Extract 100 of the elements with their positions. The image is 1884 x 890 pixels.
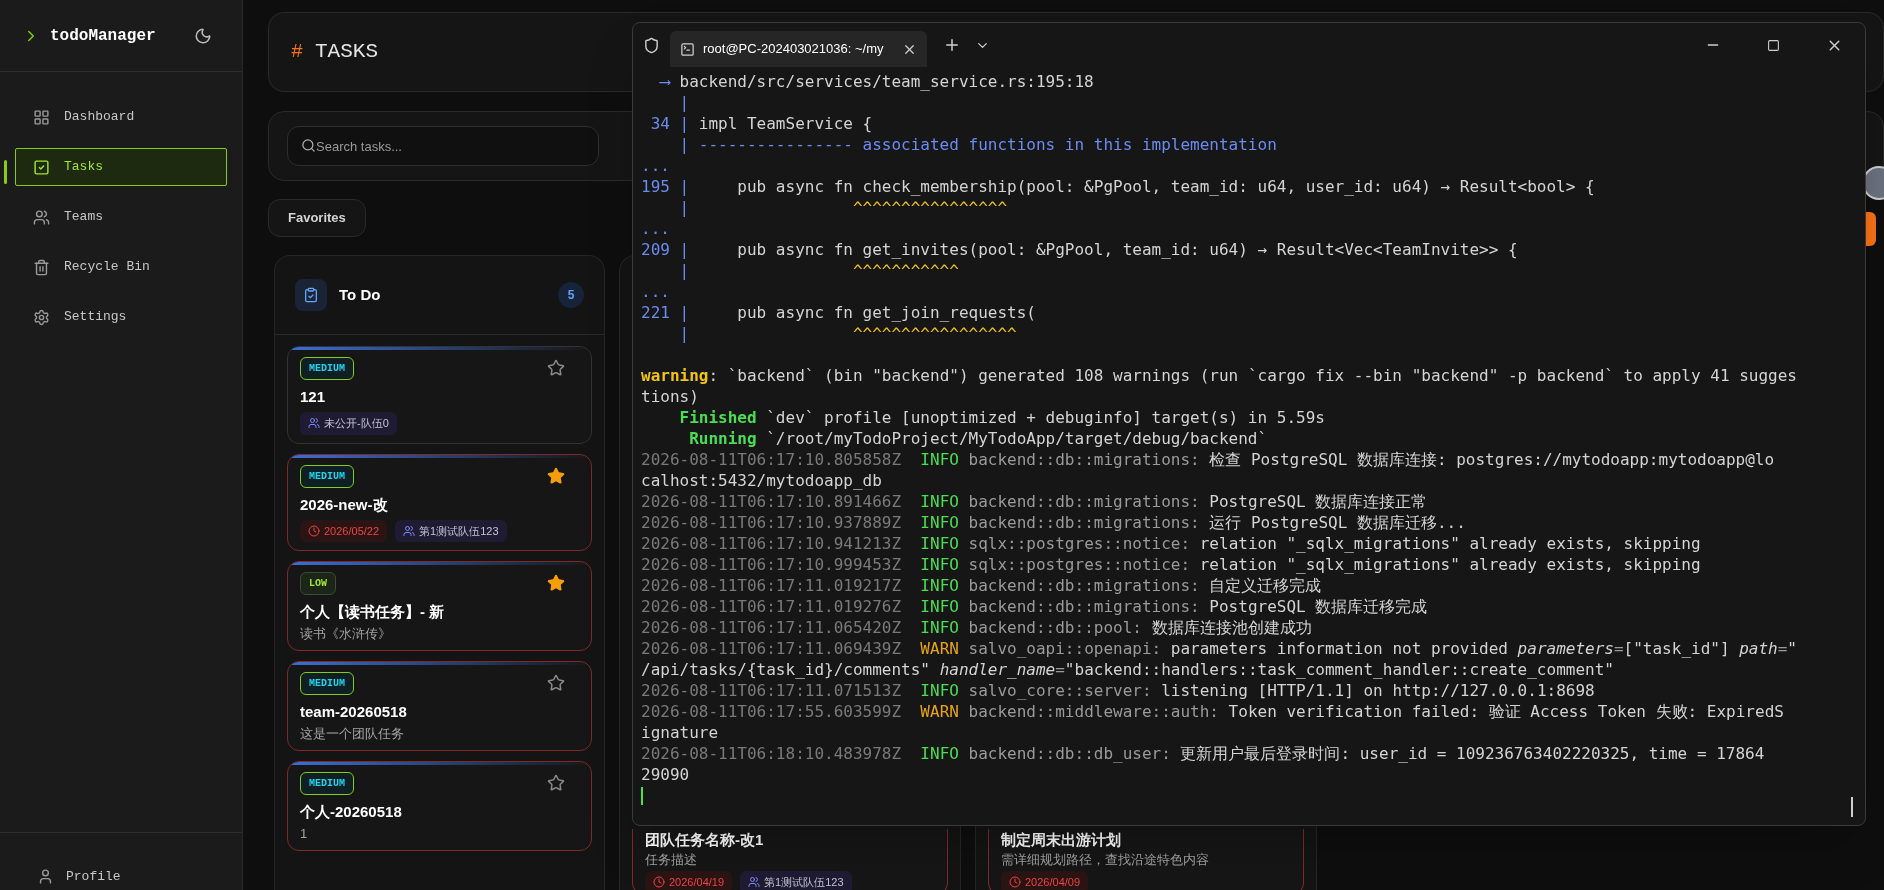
column-title: To Do <box>339 284 381 305</box>
terminal-line: warning: `backend` (bin "backend") generated 108 warnings (run `cargo fix --bin "backend" -p backend` to apply 41 sugges <box>641 365 1798 386</box>
due-date-tag: 2026/04/09 <box>1001 871 1089 890</box>
task-card[interactable]: MEDIUM 121 未公开-队伍0 <box>287 346 592 444</box>
terminal-icon <box>680 41 695 57</box>
due-date-tag: 2026/05/22 <box>300 519 388 542</box>
terminal-line: | ^^^^^^^^^^^ <box>678 260 960 281</box>
moon-icon[interactable] <box>194 26 212 45</box>
clipboard-icon <box>303 287 319 303</box>
scrollbar <box>1851 797 1853 817</box>
priority-tag: MEDIUM <box>300 464 354 488</box>
clock-icon <box>1009 876 1021 889</box>
task-description: 1 <box>300 825 309 842</box>
priority-tag: MEDIUM <box>300 357 354 380</box>
terminal-line: 209 | pub async fn get_invites(pool: &PgPool, team_id: u64) → Result<Vec<TeamInvite>> { <box>641 239 1519 260</box>
due-date-tag: 2026/04/19 <box>645 871 733 890</box>
terminal-line: 2026-08-11T06:17:10.891466Z INFO backend::db::migrations: PostgreSQL 数据库连接正常 <box>641 491 1429 512</box>
users-icon <box>403 524 416 537</box>
task-title: 制定周末出游计划 <box>1001 831 1122 849</box>
terminal-line: | <box>678 92 691 113</box>
terminal-line: ... <box>641 281 671 302</box>
text-cursor <box>641 787 643 805</box>
terminal-line: | ^^^^^^^^^^^^^^^^^ <box>678 323 1018 344</box>
priority-tag: LOW <box>300 572 336 595</box>
sidebar-item[interactable]: Recycle Bin <box>15 248 227 286</box>
search-field[interactable]: Search tasks... <box>287 126 599 166</box>
terminal-line: 2026-08-11T06:17:11.069439Z WARN salvo_oapi::openapi: parameters information not provided parameters=["task_id"] path=" <box>641 638 1798 659</box>
terminal-line: | ---------------- associated functions in this implementation <box>678 134 1278 155</box>
checkbox-icon <box>33 158 50 176</box>
clock-icon <box>653 876 665 889</box>
terminal-line: 2026-08-11T06:17:11.019217Z INFO backend::db::migrations: 自定义迁移完成 <box>641 575 1323 596</box>
team-tag: 未公开-队伍0 <box>300 412 397 435</box>
star-icon[interactable] <box>547 774 565 792</box>
terminal-line: Finished `dev` profile [unoptimized + debuginfo] target(s) in 5.59s <box>678 407 1326 428</box>
terminal-line: tions) <box>641 386 700 407</box>
task-title: 个人【读书任务】- 新 <box>300 603 446 621</box>
app-logo-text: todoManager <box>50 25 156 47</box>
grid-icon <box>33 108 50 126</box>
settings-icon <box>33 308 50 326</box>
task-title: 个人-20260518 <box>300 803 403 821</box>
clock-icon <box>308 524 320 537</box>
sidebar-item[interactable]: Settings <box>15 298 227 336</box>
task-title: 121 <box>300 388 327 406</box>
terminal-line: 2026-08-11T06:18:10.483978Z INFO backend::db::db_user: 更新用户最后登录时间: user_id = 109236763402220325, time = 17864 <box>641 743 1766 764</box>
maximize-icon[interactable] <box>1767 38 1780 52</box>
team-tag: 第1测试队伍123 <box>395 519 507 542</box>
search-icon <box>301 138 316 153</box>
task-description: 这是一个团队任务 <box>300 725 405 742</box>
users-icon <box>33 208 50 226</box>
sidebar-item[interactable]: Teams <box>15 198 227 236</box>
task-card[interactable]: 团队任务名称-改1 任务描述 2026/04/19 第1测试队伍123 <box>632 829 948 890</box>
terminal-line: Running `/root/myTodoProject/MyTodoApp/target/debug/backend` <box>688 428 1269 449</box>
terminal-line: 2026-08-11T06:17:55.603599Z WARN backend::middleware::auth: Token verification failed: 验证 Access Token 失败: ExpiredS <box>641 701 1785 722</box>
priority-tag: MEDIUM <box>300 772 354 795</box>
shield-icon[interactable] <box>643 36 660 54</box>
terminal-line: ignature <box>641 722 720 743</box>
task-card[interactable]: MEDIUM 个人-20260518 1 <box>287 761 592 851</box>
task-description: 读书《水浒传》 <box>300 625 392 642</box>
star-icon[interactable] <box>547 359 565 377</box>
terminal-line: ... <box>641 155 671 176</box>
favorites-button[interactable]: Favorites <box>268 199 366 237</box>
users-icon <box>748 876 761 889</box>
terminal-line: 34 | impl TeamService { <box>649 113 874 134</box>
terminal-line: ... <box>641 218 671 239</box>
star-icon[interactable] <box>547 466 565 485</box>
floating-action-button[interactable] <box>1866 212 1876 246</box>
task-card[interactable]: MEDIUM team-20260518 这是一个团队任务 <box>287 661 592 751</box>
star-icon[interactable] <box>547 674 565 692</box>
tab-title: root@PC-202403021036: ~/my <box>703 40 884 59</box>
terminal-line: 2026-08-11T06:17:11.019276Z INFO backend::db::migrations: PostgreSQL 数据库迁移完成 <box>641 596 1429 617</box>
task-card[interactable]: 制定周末出游计划 需详细规划路径，查找沿途特色内容 2026/04/09 <box>988 829 1304 890</box>
trash-icon <box>33 258 50 276</box>
terminal-line: 221 | pub async fn get_join_requests( <box>641 302 1037 323</box>
terminal-line: | ^^^^^^^^^^^^^^^^ <box>678 197 1009 218</box>
hash-mark: # <box>291 39 303 65</box>
task-title: 2026-new-改 <box>300 495 389 514</box>
terminal-line: 2026-08-11T06:17:10.941213Z INFO sqlx::postgres::notice: relation "_sqlx_migrations" already exists, skipping <box>641 533 1702 554</box>
profile-link[interactable]: Profile <box>37 866 121 886</box>
terminal-line: /api/tasks/{task_id}/comments" handler_name="backend::handlers::task_comment_handler::create_comment" <box>641 659 1615 680</box>
sidebar-item[interactable]: Dashboard <box>15 98 227 136</box>
sidebar-item[interactable]: Tasks <box>15 148 227 186</box>
terminal-line: calhost:5432/mytodoapp_db <box>641 470 883 491</box>
terminal-line: 2026-08-11T06:17:11.071513Z INFO salvo_core::server: listening [HTTP/1.1] on http://127.0.0.1:8698 <box>641 680 1596 701</box>
terminal-line: 2026-08-11T06:17:11.065420Z INFO backend::db::pool: 数据库连接池创建成功 <box>641 617 1313 638</box>
star-icon[interactable] <box>547 574 565 592</box>
task-title: team-20260518 <box>300 703 408 721</box>
terminal-line: 2026-08-11T06:17:10.805858Z INFO backend::db::migrations: 检查 PostgreSQL 数据库连接: postgres://mytodoapp:mytodoapp@lo <box>641 449 1776 470</box>
terminal-line: 195 | pub async fn check_membership(pool: &PgPool, team_id: u64, user_id: u64) → Result<bool> { <box>641 176 1596 197</box>
count-badge: 5 <box>558 282 584 308</box>
terminal-line: 29090 <box>641 764 691 785</box>
terminal-line: 2026-08-11T06:17:10.999453Z INFO sqlx::postgres::notice: relation "_sqlx_migrations" already exists, skipping <box>641 554 1702 575</box>
team-tag: 第1测试队伍123 <box>740 871 852 890</box>
task-card[interactable]: LOW 个人【读书任务】- 新 读书《水浒传》 <box>287 561 592 651</box>
users-icon <box>308 417 320 430</box>
terminal-tab[interactable]: root@PC-202403021036: ~/my <box>670 31 927 67</box>
terminal-line: 2026-08-11T06:17:10.937889Z INFO backend::db::migrations: 运行 PostgreSQL 数据库迁移... <box>641 512 1467 533</box>
priority-tag: MEDIUM <box>300 672 354 695</box>
terminal-line: ⟶ backend/src/services/team_service.rs:195:18 <box>658 71 1095 92</box>
page-title: TASKS <box>315 39 379 66</box>
task-card[interactable]: MEDIUM 2026-new-改 2026/05/22 第1测试队伍123 <box>287 453 592 551</box>
